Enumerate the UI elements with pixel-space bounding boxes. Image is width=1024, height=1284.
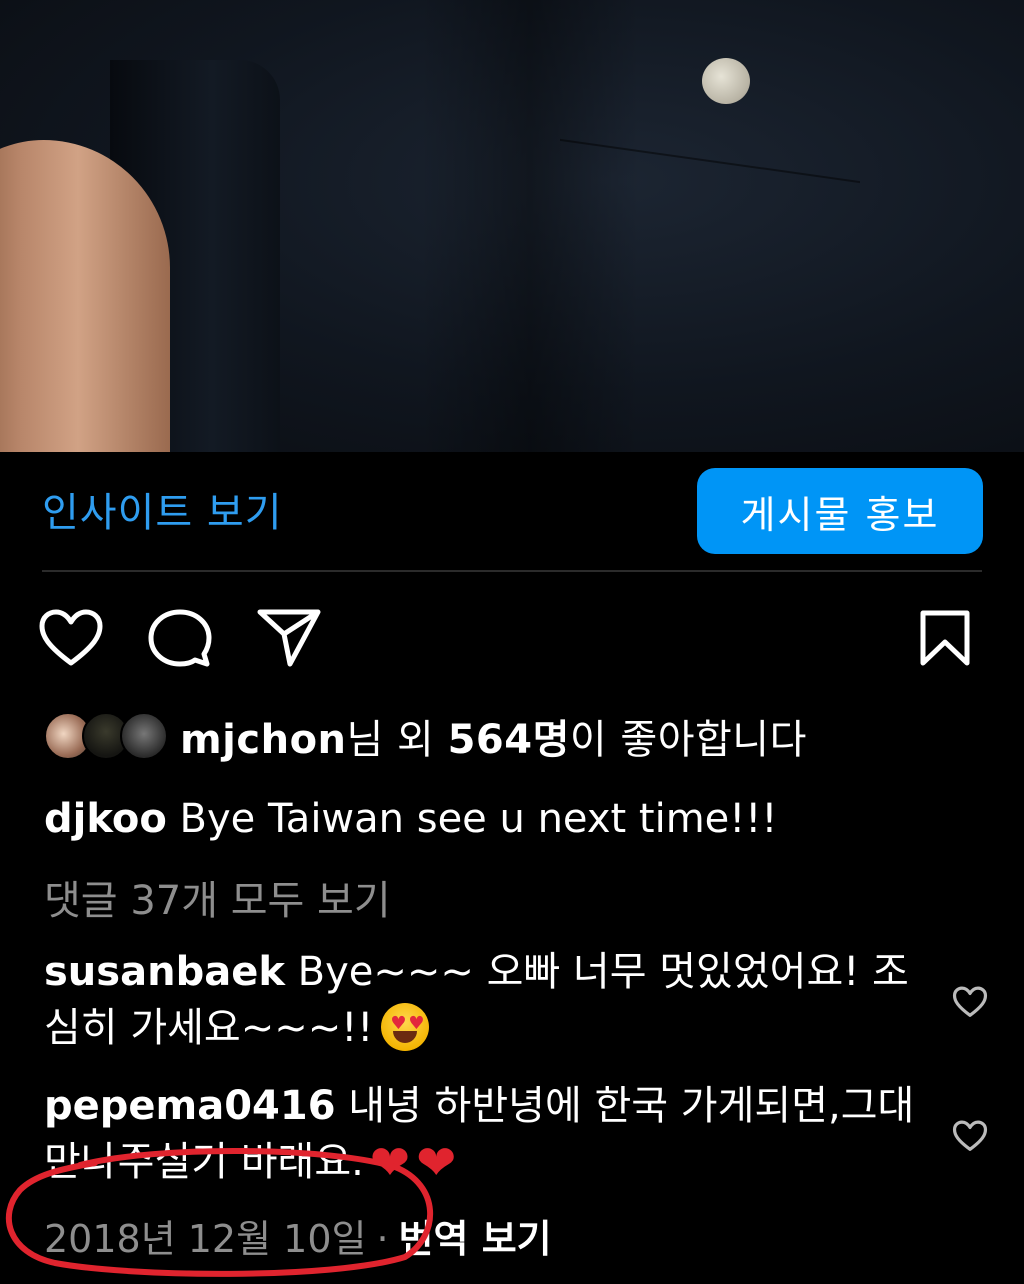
liker-username[interactable]: mjchon	[180, 717, 347, 763]
likes-count[interactable]: 564명	[448, 717, 570, 763]
liker-avatars	[44, 712, 170, 760]
red-annotation-circle	[0, 1145, 450, 1284]
heart-icon[interactable]	[38, 608, 104, 668]
comment-like-heart-icon[interactable]	[952, 1120, 988, 1152]
promote-post-button[interactable]: 게시물 홍보	[697, 468, 983, 554]
post-caption: djkoo Bye Taiwan see u next time!!!	[44, 796, 777, 842]
caption-text: Bye Taiwan see u next time!!!	[166, 796, 778, 842]
view-insights-link[interactable]: 인사이트 보기	[42, 480, 283, 538]
divider	[42, 570, 982, 572]
caption-username[interactable]: djkoo	[44, 796, 167, 842]
comment-icon[interactable]	[148, 608, 212, 668]
comment-like-heart-icon[interactable]	[952, 986, 988, 1018]
comment-username[interactable]: susanbaek	[44, 949, 285, 995]
comment-item: susanbaek Bye~~~ 오빠 너무 멋있었어요! 조심히 가세요~~~…	[44, 944, 924, 1056]
post-photo[interactable]	[0, 0, 1024, 452]
heart-eyes-emoji-icon: ♥ ♥	[381, 1003, 430, 1051]
likes-summary[interactable]: mjchon님 외 564명이 좋아합니다	[44, 704, 807, 768]
bookmark-icon[interactable]	[918, 608, 972, 668]
avatar	[120, 712, 168, 760]
likes-suffix-2: 이 좋아합니다	[569, 717, 807, 763]
likes-suffix-1: 님 외	[346, 717, 448, 763]
photo-jacket-button	[702, 58, 750, 104]
comment-username[interactable]: pepema0416	[44, 1083, 336, 1129]
share-icon[interactable]	[256, 606, 322, 668]
likes-text: mjchon님 외 564명이 좋아합니다	[180, 707, 807, 765]
view-all-comments-link[interactable]: 댓글 37개 모두 보기	[44, 868, 391, 926]
